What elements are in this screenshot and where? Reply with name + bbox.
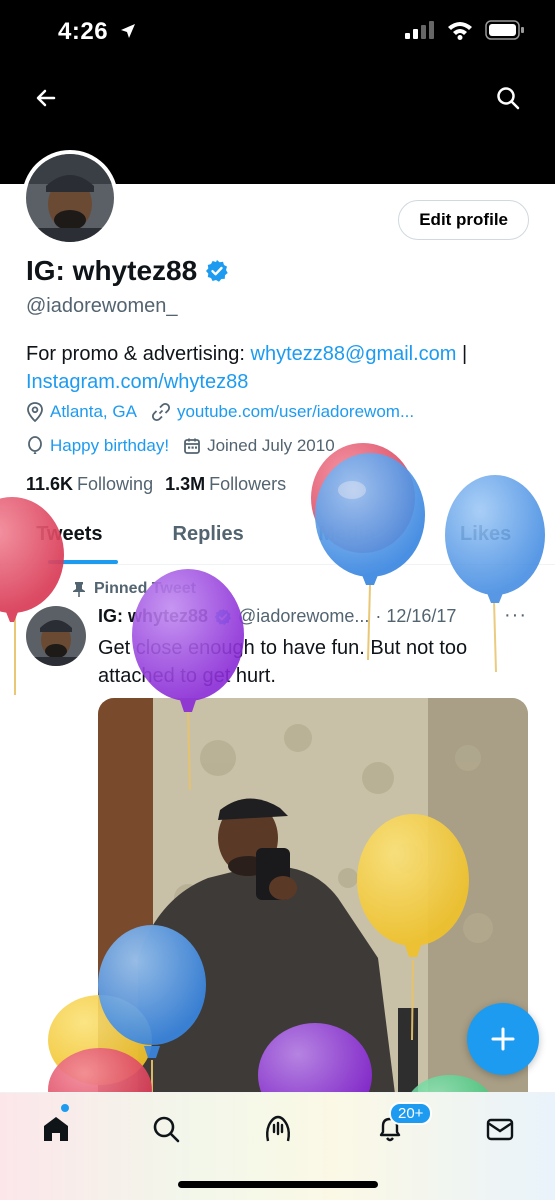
avatar [26,154,114,242]
home-indicator [178,1181,378,1188]
tweet-text: Get close enough to have fun. But not to… [98,637,468,687]
tweet-author[interactable]: IG: whytez88 [98,606,208,627]
status-bar: 4:26 [0,0,555,64]
tab-tweets[interactable]: Tweets [0,505,139,564]
tweet-photo[interactable] [98,698,528,1118]
tab-replies[interactable]: Replies [139,505,278,564]
tweet-more-button[interactable]: ··· [504,604,527,627]
display-name: IG: whytez88 [26,255,198,286]
nav-home[interactable] [34,1107,78,1151]
profile-tabs: Tweets Replies Media Likes [0,505,555,565]
bio-email-link[interactable]: whytezz88@gmail.com [251,343,457,365]
profile-name: IG: whytez88 [26,255,229,287]
home-icon [44,1117,68,1141]
location-arrow-icon [121,24,136,38]
profile-meta-row-2: Happy birthday! Joined July 2010 [26,436,335,456]
tweet-handle: @iadorewome... [238,606,370,626]
tweet-date: · 12/16/17 [375,606,457,626]
tweet-avatar[interactable] [26,606,86,666]
tab-likes[interactable]: Likes [416,505,555,564]
birthday: Happy birthday! [26,436,169,456]
search-icon [153,1116,180,1143]
balloon-icon [28,436,42,454]
compose-tweet-button[interactable] [467,1003,539,1075]
verified-badge-icon [214,608,232,625]
back-button[interactable] [22,74,70,122]
bio-instagram-link[interactable]: Instagram.com/whytez88 [26,371,248,393]
profile-meta-row: Atlanta, GA youtube.com/user/iadorewom..… [26,402,414,422]
battery-icon [485,20,524,40]
location-icon [27,402,43,422]
location: Atlanta, GA [26,402,137,422]
compose-icon [491,1027,515,1051]
profile-avatar[interactable] [22,150,118,246]
spaces-icon [266,1115,290,1142]
joined-date: Joined July 2010 [183,436,335,456]
wifi-icon [448,22,472,40]
nav-messages[interactable] [478,1107,522,1151]
search-button[interactable] [484,74,532,122]
signal-icon [405,21,434,39]
tab-media[interactable]: Media [278,505,417,564]
pin-icon [73,582,85,597]
notifications-badge: 20+ [389,1102,433,1125]
verified-badge-icon[interactable] [205,259,229,283]
status-time: 4:26 [58,18,137,46]
nav-search[interactable] [144,1107,188,1151]
profile-handle: @iadorewomen_ [26,295,178,317]
following-count[interactable]: 11.6K Following [26,474,153,495]
link-icon [151,402,170,422]
back-arrow-icon [36,89,56,107]
home-unread-dot [61,1104,69,1112]
edit-profile-button[interactable]: Edit profile [398,200,529,240]
pinned-label: Pinned Tweet [72,580,196,598]
profile-bio: For promo & advertising: whytezz88@gmail… [26,343,468,393]
nav-spaces[interactable] [256,1107,300,1151]
mail-icon [486,1118,514,1141]
search-icon [497,87,520,110]
follow-counts: 11.6K Following 1.3M Followers [26,474,286,495]
followers-count[interactable]: 1.3M Followers [165,474,286,495]
tweet-header: IG: whytez88 @iadorewome... · 12/16/17 [98,606,538,627]
calendar-icon [184,438,200,454]
website-link[interactable]: youtube.com/user/iadorewom... [151,402,414,422]
